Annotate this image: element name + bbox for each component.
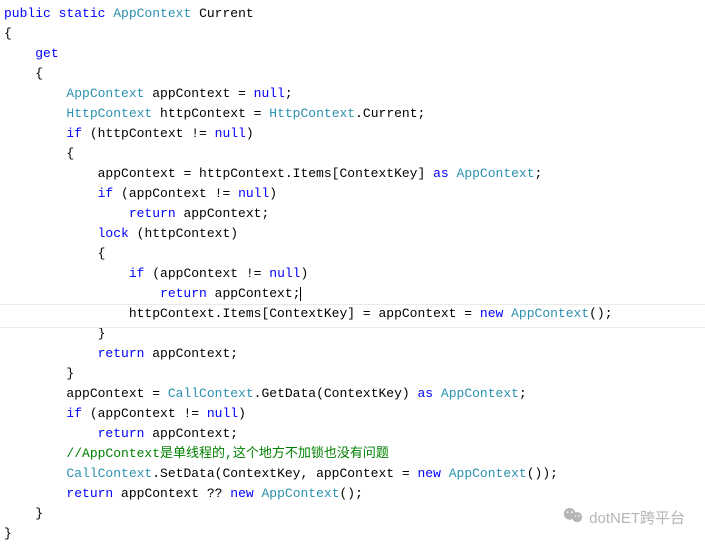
watermark-text: dotNET跨平台 [589, 509, 685, 529]
code-text: ) [246, 126, 254, 141]
brace: } [4, 526, 12, 541]
type: AppContext [457, 166, 535, 181]
keyword: lock [98, 226, 129, 241]
code-text: (appContext != [113, 186, 238, 201]
code-text: ) [300, 266, 308, 281]
brace: { [98, 246, 106, 261]
code-text: ; [285, 86, 293, 101]
code-text [441, 466, 449, 481]
code-block: public static AppContext Current { get {… [4, 4, 705, 544]
keyword: if [98, 186, 114, 201]
identifier: Current [199, 6, 254, 21]
code-text: (appContext != [82, 406, 207, 421]
type: AppContext [449, 466, 527, 481]
code-text: ()); [527, 466, 558, 481]
keyword: return [129, 206, 176, 221]
type: HttpContext [269, 106, 355, 121]
code-text [503, 306, 511, 321]
type: AppContext [66, 86, 144, 101]
keyword: get [35, 46, 58, 61]
code-text: ; [519, 386, 527, 401]
brace: { [35, 66, 43, 81]
type: AppContext [113, 6, 191, 21]
keyword: static [59, 6, 106, 21]
keyword: if [129, 266, 145, 281]
keyword: if [66, 406, 82, 421]
brace: } [66, 366, 74, 381]
keyword: return [66, 486, 113, 501]
caret [300, 287, 301, 301]
keyword: null [269, 266, 300, 281]
code-text: (); [340, 486, 363, 501]
code-text: (httpContext) [129, 226, 238, 241]
code-text: appContext = [66, 386, 167, 401]
keyword: new [418, 466, 441, 481]
code-text: appContext; [144, 426, 238, 441]
keyword: null [207, 406, 238, 421]
type: CallContext [168, 386, 254, 401]
keyword: null [254, 86, 285, 101]
code-text: ) [269, 186, 277, 201]
code-text: appContext = [144, 86, 253, 101]
code-text: .Current; [355, 106, 425, 121]
code-text: (appContext != [144, 266, 269, 281]
code-text: .GetData(ContextKey) [254, 386, 418, 401]
code-text: (httpContext != [82, 126, 215, 141]
brace: } [98, 326, 106, 341]
keyword: if [66, 126, 82, 141]
brace: { [4, 26, 12, 41]
code-text: .SetData(ContextKey, appContext = [152, 466, 417, 481]
brace: } [35, 506, 43, 521]
keyword: public [4, 6, 51, 21]
type: HttpContext [66, 106, 152, 121]
type: CallContext [66, 466, 152, 481]
keyword: return [98, 346, 145, 361]
type: AppContext [441, 386, 519, 401]
type: AppContext [261, 486, 339, 501]
comment: //AppContext是单线程的,这个地方不加锁也没有问题 [66, 446, 388, 461]
code-text: httpContext = [152, 106, 269, 121]
watermark: dotNET跨平台 [563, 507, 685, 530]
code-text: httpContext.Items[ContextKey] = appConte… [129, 306, 480, 321]
code-text [433, 386, 441, 401]
wechat-icon [563, 507, 583, 530]
code-text: ) [238, 406, 246, 421]
code-text: (); [589, 306, 612, 321]
brace: { [66, 146, 74, 161]
code-text: appContext ?? [113, 486, 230, 501]
keyword: null [215, 126, 246, 141]
keyword: new [480, 306, 503, 321]
code-text: appContext = httpContext.Items[ContextKe… [98, 166, 433, 181]
type: AppContext [511, 306, 589, 321]
keyword: as [418, 386, 434, 401]
keyword: as [433, 166, 449, 181]
keyword: new [230, 486, 253, 501]
code-text: ; [535, 166, 543, 181]
code-text: appContext; [207, 286, 301, 301]
keyword: return [98, 426, 145, 441]
code-text: appContext; [144, 346, 238, 361]
keyword: return [160, 286, 207, 301]
code-text [449, 166, 457, 181]
code-text: appContext; [176, 206, 270, 221]
keyword: null [238, 186, 269, 201]
